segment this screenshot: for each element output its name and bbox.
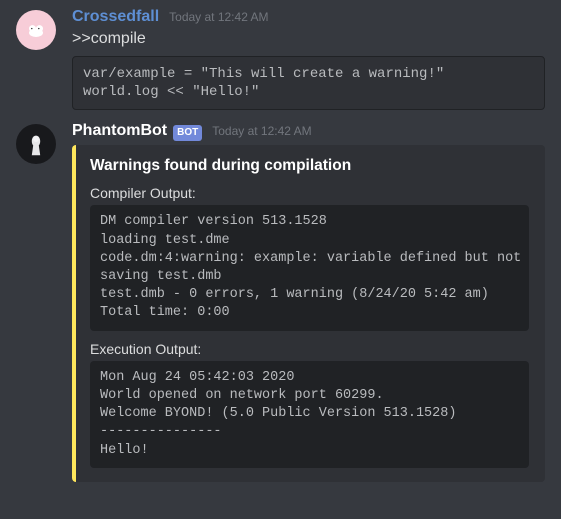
embed-title: Warnings found during compilation (90, 157, 529, 175)
message-body: Crossedfall Today at 12:42 AM >>compile … (72, 8, 545, 110)
message-header: PhantomBot BOT Today at 12:42 AM (72, 122, 545, 141)
timestamp: Today at 12:42 AM (169, 10, 268, 24)
embed: Warnings found during compilation Compil… (72, 145, 545, 481)
embed-field-value[interactable]: Mon Aug 24 05:42:03 2020 World opened on… (90, 361, 529, 468)
timestamp: Today at 12:42 AM (212, 124, 311, 138)
avatar-icon (22, 130, 50, 158)
username[interactable]: PhantomBot (72, 122, 167, 140)
message: PhantomBot BOT Today at 12:42 AM Warning… (0, 114, 561, 485)
avatar[interactable] (16, 10, 56, 50)
embed-field-name: Execution Output: (90, 341, 529, 357)
avatar[interactable] (16, 124, 56, 164)
code-block[interactable]: var/example = "This will create a warnin… (72, 56, 545, 110)
message-header: Crossedfall Today at 12:42 AM (72, 8, 545, 26)
embed-field-name: Compiler Output: (90, 185, 529, 201)
message-text: >>compile (72, 28, 545, 50)
username[interactable]: Crossedfall (72, 8, 159, 26)
bot-tag: BOT (173, 125, 202, 141)
message: Crossedfall Today at 12:42 AM >>compile … (0, 0, 561, 114)
embed-body: Warnings found during compilation Compil… (76, 145, 545, 481)
embed-field-value[interactable]: DM compiler version 513.1528 loading tes… (90, 205, 529, 330)
avatar-icon (22, 16, 50, 44)
message-body: PhantomBot BOT Today at 12:42 AM Warning… (72, 122, 545, 481)
